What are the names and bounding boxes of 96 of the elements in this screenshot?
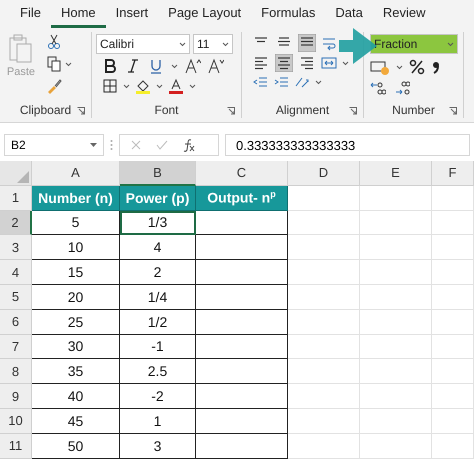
paintbrush-icon[interactable] xyxy=(46,78,62,94)
ribbon-tab[interactable]: File xyxy=(10,0,51,28)
ribbon-tab[interactable]: Data xyxy=(325,0,373,28)
function-icon[interactable] xyxy=(182,138,196,152)
table-cell: 3 xyxy=(120,434,196,459)
table-cell: 2.5 xyxy=(120,359,196,384)
table-cell: 10 xyxy=(32,235,120,260)
caret-icon[interactable] xyxy=(123,84,130,88)
group-title: Number xyxy=(392,103,435,117)
decrease-decimal-icon[interactable] xyxy=(394,80,410,96)
ribbon-tab[interactable]: Review xyxy=(372,0,436,28)
name-box[interactable]: B2 xyxy=(4,134,104,156)
row-header[interactable]: 9 xyxy=(0,384,32,409)
table-cell: 40 xyxy=(32,384,120,409)
scissors-icon[interactable] xyxy=(46,34,62,50)
check-icon[interactable] xyxy=(156,139,168,151)
caret-icon[interactable] xyxy=(65,62,72,66)
table-cell: 1/3 xyxy=(120,210,196,236)
row-header[interactable]: 8 xyxy=(0,359,32,384)
table-cell: 20 xyxy=(32,284,120,310)
formula-field[interactable]: 0.333333333333333 xyxy=(225,134,470,156)
merge-cells-icon[interactable] xyxy=(321,55,337,71)
font-size-dropdown[interactable]: 11 xyxy=(193,34,233,54)
column-header[interactable]: C xyxy=(196,161,288,186)
clipboard-icon[interactable] xyxy=(8,34,34,64)
group-title: Alignment xyxy=(276,103,330,117)
caret-icon[interactable] xyxy=(156,84,163,88)
caret-icon[interactable] xyxy=(189,84,196,88)
table-cell: 15 xyxy=(32,260,120,285)
caret-icon[interactable] xyxy=(315,80,322,84)
caret-icon[interactable] xyxy=(90,142,97,148)
percent-icon[interactable] xyxy=(409,59,425,75)
ribbon-tab[interactable]: Page Layout xyxy=(158,0,252,28)
number-format-dropdown[interactable]: Fraction xyxy=(370,34,458,54)
row-header[interactable]: 6 xyxy=(0,310,32,335)
borders-icon[interactable] xyxy=(102,78,118,94)
table-cell: 25 xyxy=(32,310,120,335)
align-bottom-icon[interactable] xyxy=(298,34,316,52)
caret-icon[interactable] xyxy=(222,42,229,46)
caret-icon[interactable] xyxy=(396,64,403,70)
row-header[interactable]: 7 xyxy=(0,334,32,360)
row-header[interactable]: 4 xyxy=(0,260,32,285)
caret-icon[interactable] xyxy=(171,64,178,68)
bold-icon[interactable] xyxy=(102,58,118,74)
dialog-launcher-icon[interactable] xyxy=(349,107,357,115)
column-header[interactable]: D xyxy=(288,161,360,186)
align-center-icon[interactable] xyxy=(275,54,293,72)
font-color-icon[interactable] xyxy=(168,78,184,94)
header-cell: Number (n) xyxy=(32,186,120,211)
dialog-launcher-icon[interactable] xyxy=(77,107,85,115)
table-cell: 45 xyxy=(32,408,120,434)
table-cell: -2 xyxy=(120,384,196,409)
dialog-launcher-icon[interactable] xyxy=(227,107,235,115)
column-header[interactable]: A xyxy=(32,161,120,186)
ribbon-tab[interactable]: Insert xyxy=(106,0,158,28)
table-cell: 1 xyxy=(120,408,196,434)
underline-icon[interactable] xyxy=(148,58,164,74)
column-header[interactable]: B xyxy=(120,161,196,186)
row-header[interactable]: 1 xyxy=(0,186,32,211)
table-cell: -1 xyxy=(120,334,196,360)
table-cell: 30 xyxy=(32,334,120,360)
table-cell: 50 xyxy=(32,434,120,459)
caret-icon[interactable] xyxy=(179,42,186,46)
table-cell: 1/2 xyxy=(120,310,196,335)
decrease-font-size-icon[interactable] xyxy=(208,58,224,74)
caret-icon[interactable] xyxy=(342,60,349,66)
row-header[interactable]: 5 xyxy=(0,284,32,310)
pointer-arrow xyxy=(339,26,377,66)
fill-color-icon[interactable] xyxy=(135,78,151,94)
header-cell: Power (p) xyxy=(120,186,196,211)
table-cell: 5 xyxy=(32,210,120,236)
group-title: Clipboard xyxy=(20,103,72,117)
copy-icon[interactable] xyxy=(46,56,62,72)
header-cell: Output- n$^{p}$ xyxy=(196,186,288,211)
ribbon-tab[interactable]: Home xyxy=(50,0,106,28)
group-title: Font xyxy=(154,103,178,117)
italic-icon[interactable] xyxy=(125,58,141,74)
column-header[interactable]: F xyxy=(432,161,474,186)
row-header[interactable]: 3 xyxy=(0,235,32,260)
font-name-dropdown[interactable]: Calibri xyxy=(96,34,190,54)
row-header[interactable]: 2 xyxy=(0,210,32,236)
table-cell: 4 xyxy=(120,235,196,260)
row-header[interactable]: 10 xyxy=(0,408,32,434)
currency-icon[interactable] xyxy=(370,59,390,75)
table-cell: 2 xyxy=(120,260,196,285)
comma-style-icon[interactable] xyxy=(431,59,441,75)
dialog-launcher-icon[interactable] xyxy=(449,107,457,115)
row-header[interactable]: 11 xyxy=(0,434,32,459)
increase-decimal-icon[interactable] xyxy=(370,80,386,96)
table-cell: 1/4 xyxy=(120,284,196,310)
drag-handle-icon[interactable] xyxy=(110,139,113,151)
column-header[interactable]: E xyxy=(360,161,432,186)
ribbon-tab[interactable]: Formulas xyxy=(251,0,326,28)
table-cell: 35 xyxy=(32,359,120,384)
caret-icon[interactable] xyxy=(447,42,454,46)
increase-font-size-icon[interactable] xyxy=(185,58,201,74)
